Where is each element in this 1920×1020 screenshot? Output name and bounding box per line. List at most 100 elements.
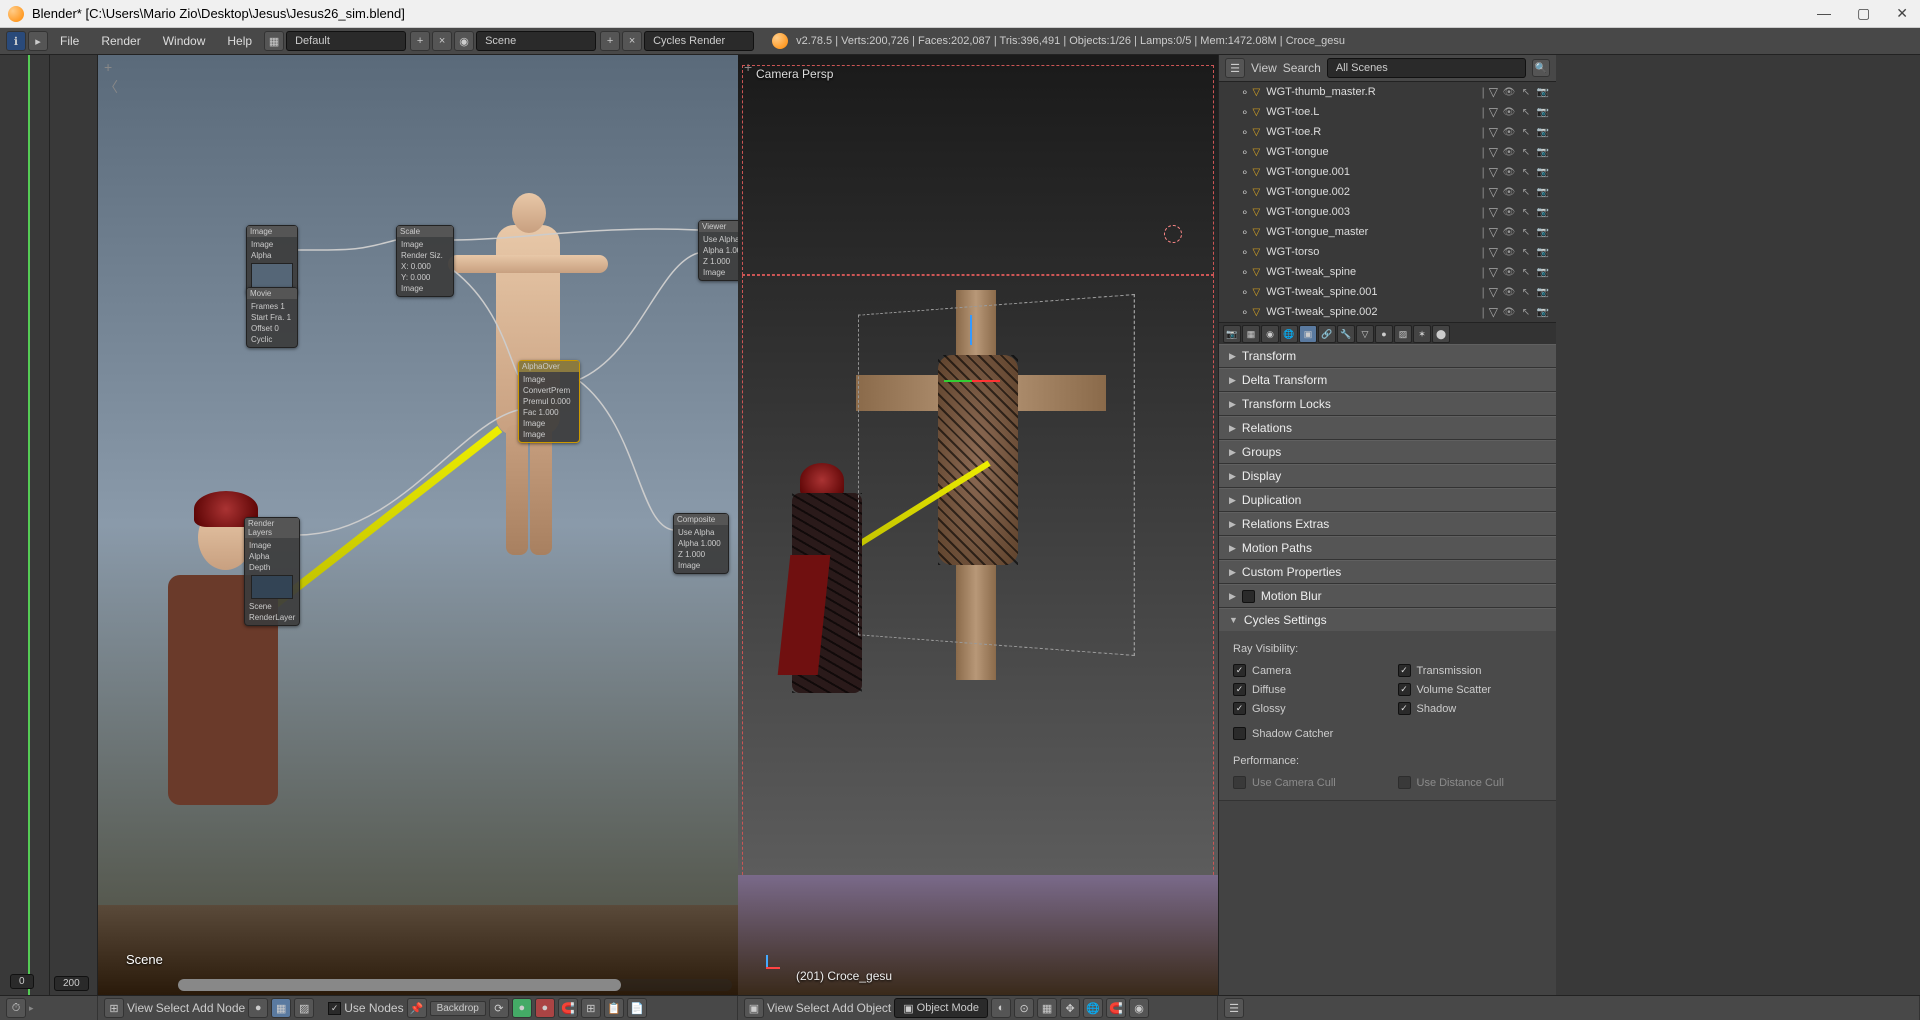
panel-motion-paths[interactable]: ▶Motion Paths xyxy=(1219,536,1556,559)
node-scale[interactable]: Scale Image Render Siz. X: 0.000 Y: 0.00… xyxy=(396,225,454,297)
3d-menu-add[interactable]: Add xyxy=(832,1001,853,1015)
tab-texture-icon[interactable]: ▨ xyxy=(1394,325,1412,343)
editor-type-icon[interactable]: ℹ xyxy=(6,31,26,51)
3d-menu-select[interactable]: Select xyxy=(796,1001,829,1015)
node-tree-compositor-icon[interactable]: ▦ xyxy=(271,998,291,1018)
mode-dropdown[interactable]: ▣ Object Mode xyxy=(894,998,988,1018)
panel-transform[interactable]: ▶Transform xyxy=(1219,344,1556,367)
outliner-item[interactable]: ∘▽WGT-thumb_master.R|▽👁↖📷 xyxy=(1219,82,1556,102)
timeline-strip[interactable]: 0 xyxy=(0,55,50,995)
snap-type-icon[interactable]: ⊞ xyxy=(581,998,601,1018)
scene-field[interactable]: Scene xyxy=(476,31,596,51)
menu-help[interactable]: Help xyxy=(217,32,262,50)
outliner-item[interactable]: ∘▽WGT-tongue.001|▽👁↖📷 xyxy=(1219,162,1556,182)
menu-render[interactable]: Render xyxy=(91,32,150,50)
expand-menus-icon[interactable]: ▸ xyxy=(28,31,48,51)
playhead-icon[interactable] xyxy=(28,55,30,995)
render-icon[interactable]: 📷 xyxy=(1536,87,1550,98)
visible-icon[interactable]: 👁 xyxy=(1502,107,1516,118)
3dview-editor-icon[interactable]: ▣ xyxy=(744,998,764,1018)
node-menu-select[interactable]: Select xyxy=(156,1001,189,1015)
outliner-item[interactable]: ∘▽WGT-tongue_master|▽👁↖📷 xyxy=(1219,222,1556,242)
panel-relations[interactable]: ▶Relations xyxy=(1219,416,1556,439)
check-camera[interactable]: ✓ xyxy=(1233,664,1246,677)
layers-icon[interactable]: ▦ xyxy=(1037,998,1057,1018)
scene-browse-icon[interactable]: ◉ xyxy=(454,31,474,51)
snap-icon[interactable]: 🧲 xyxy=(558,998,578,1018)
check-transmission[interactable]: ✓ xyxy=(1398,664,1411,677)
material-override-icon[interactable]: ● xyxy=(535,998,555,1018)
properties-editor-icon[interactable]: ☰ xyxy=(1224,998,1244,1018)
maximize-button[interactable]: ▢ xyxy=(1853,5,1874,22)
outliner[interactable]: ∘▽WGT-thumb_master.R|▽👁↖📷 ∘▽WGT-toe.L|▽👁… xyxy=(1219,82,1556,322)
panel-delta-transform[interactable]: ▶Delta Transform xyxy=(1219,368,1556,391)
manipulator-icon[interactable]: ✥ xyxy=(1060,998,1080,1018)
screen-browse-icon[interactable]: ▦ xyxy=(264,31,284,51)
proportional-icon[interactable]: ◉ xyxy=(1129,998,1149,1018)
node-renderlayers[interactable]: Render Layers Image Alpha Depth Scene Re… xyxy=(244,517,300,626)
outliner-view-menu[interactable]: View xyxy=(1251,61,1277,75)
node-editor-viewport[interactable]: + 〈 Image Image Alpha Movie xyxy=(98,55,738,995)
copy-icon[interactable]: 📋 xyxy=(604,998,624,1018)
node-image[interactable]: Image Image Alpha xyxy=(246,225,298,296)
timeline-editor-icon[interactable]: ⏱ xyxy=(6,998,26,1018)
scene-add-button[interactable]: + xyxy=(600,31,620,51)
orient-icon[interactable]: 🌐 xyxy=(1083,998,1103,1018)
autorender-icon[interactable]: ⟳ xyxy=(489,998,509,1018)
render-engine-dropdown[interactable]: Cycles Render xyxy=(644,31,754,51)
panel-cycles-settings[interactable]: ▼Cycles Settings xyxy=(1219,608,1556,631)
tab-particles-icon[interactable]: ✶ xyxy=(1413,325,1431,343)
properties-panel[interactable]: ▶Transform ▶Delta Transform ▶Transform L… xyxy=(1219,344,1556,995)
panel-relations-extras[interactable]: ▶Relations Extras xyxy=(1219,512,1556,535)
tab-constraint-icon[interactable]: 🔗 xyxy=(1318,325,1336,343)
node-menu-view[interactable]: View xyxy=(127,1001,153,1015)
menu-window[interactable]: Window xyxy=(153,32,216,50)
outliner-search-menu[interactable]: Search xyxy=(1283,61,1321,75)
outliner-item[interactable]: ∘▽WGT-tweak_spine.001|▽👁↖📷 xyxy=(1219,282,1556,302)
shading-icon[interactable]: ◐ xyxy=(991,998,1011,1018)
3d-menu-object[interactable]: Object xyxy=(857,1001,892,1015)
backdrop-button[interactable]: Backdrop xyxy=(430,1001,486,1016)
check-glossy[interactable]: ✓ xyxy=(1233,702,1246,715)
panel-groups[interactable]: ▶Groups xyxy=(1219,440,1556,463)
free-unused-icon[interactable]: ● xyxy=(512,998,532,1018)
screen-add-button[interactable]: + xyxy=(410,31,430,51)
node-alphaover[interactable]: AlphaOver Image ConvertPrem Premul 0.000… xyxy=(518,360,580,443)
motion-blur-checkbox[interactable] xyxy=(1242,590,1255,603)
pivot-icon[interactable]: ⊙ xyxy=(1014,998,1034,1018)
visible-icon[interactable]: 👁 xyxy=(1502,87,1516,98)
menu-file[interactable]: File xyxy=(50,32,89,50)
tab-world-icon[interactable]: 🌐 xyxy=(1280,325,1298,343)
tab-renderlayers-icon[interactable]: ▦ xyxy=(1242,325,1260,343)
select-icon[interactable]: ↖ xyxy=(1519,87,1533,98)
minimize-button[interactable]: — xyxy=(1813,5,1835,22)
frame-start[interactable]: 0 xyxy=(10,974,34,989)
pin-icon[interactable]: 📌 xyxy=(407,998,427,1018)
check-camera-cull[interactable] xyxy=(1233,776,1246,789)
3d-menu-view[interactable]: View xyxy=(767,1001,793,1015)
close-button[interactable]: ✕ xyxy=(1892,5,1912,22)
toolbar-toggle-icon[interactable]: 〈 xyxy=(104,77,118,97)
use-nodes-checkbox[interactable]: ✓ xyxy=(328,1002,341,1015)
outliner-item[interactable]: ∘▽WGT-toe.L|▽👁↖📷 xyxy=(1219,102,1556,122)
node-editor-icon[interactable]: ⊞ xyxy=(104,998,124,1018)
node-movie[interactable]: Movie Frames 1 Start Fra. 1 Offset 0 Cyc… xyxy=(246,287,298,348)
tab-material-icon[interactable]: ● xyxy=(1375,325,1393,343)
node-tree-shader-icon[interactable]: ● xyxy=(248,998,268,1018)
3d-viewport[interactable]: + Camera Persp (201) Croce_gesu xyxy=(738,55,1218,995)
tab-object-icon[interactable]: ▣ xyxy=(1299,325,1317,343)
outliner-editor-icon[interactable]: ☰ xyxy=(1225,58,1245,78)
tab-scene-icon[interactable]: ◉ xyxy=(1261,325,1279,343)
screen-delete-button[interactable]: × xyxy=(432,31,452,51)
node-hscroll[interactable] xyxy=(178,979,732,991)
panel-transform-locks[interactable]: ▶Transform Locks xyxy=(1219,392,1556,415)
tab-data-icon[interactable]: ▽ xyxy=(1356,325,1374,343)
outliner-display-mode[interactable]: All Scenes xyxy=(1327,58,1526,78)
check-shadow-catcher[interactable] xyxy=(1233,727,1246,740)
scene-delete-button[interactable]: × xyxy=(622,31,642,51)
check-diffuse[interactable]: ✓ xyxy=(1233,683,1246,696)
frame-end[interactable]: 200 xyxy=(54,976,89,991)
outliner-item[interactable]: ∘▽WGT-toe.R|▽👁↖📷 xyxy=(1219,122,1556,142)
screen-layout-field[interactable]: Default xyxy=(286,31,406,51)
node-tree-texture-icon[interactable]: ▨ xyxy=(294,998,314,1018)
